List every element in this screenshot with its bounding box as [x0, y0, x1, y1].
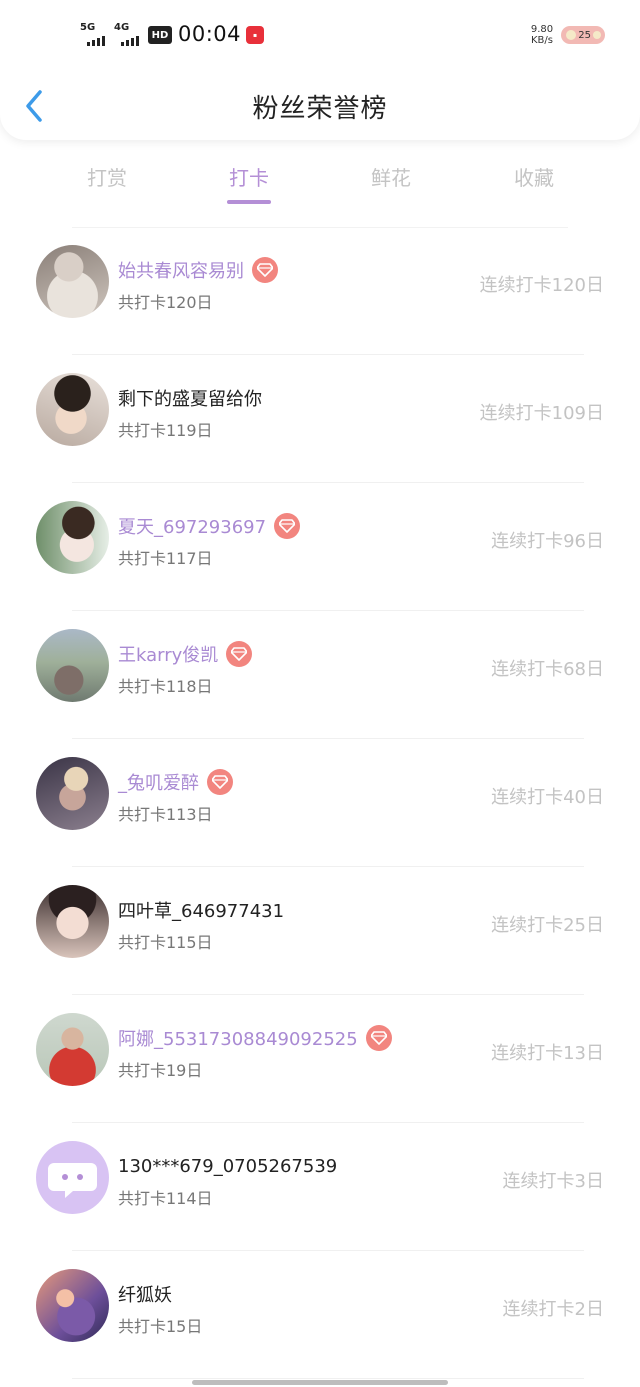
avatar[interactable] — [36, 501, 109, 574]
page-title: 粉丝荣誉榜 — [252, 94, 388, 124]
avatar[interactable] — [36, 1141, 109, 1214]
total-checkin-days: 共打卡113日 — [118, 805, 213, 824]
chat-bubble-icon — [48, 1163, 97, 1198]
user-name[interactable]: 130***679_0705267539 — [118, 1156, 337, 1177]
avatar[interactable] — [36, 245, 109, 318]
user-name[interactable]: 纤狐妖 — [118, 1281, 172, 1307]
list-item[interactable]: 纤狐妖共打卡15日 连续打卡2日 — [0, 1251, 640, 1379]
streak-days: 连续打卡96日 — [491, 531, 604, 552]
name-line: 夏天_697293697 — [118, 513, 301, 539]
name-line: 纤狐妖 — [118, 1281, 172, 1307]
user-name[interactable]: 剩下的盛夏留给你 — [118, 385, 262, 411]
avatar[interactable] — [36, 885, 109, 958]
battery-icon: 25 — [561, 26, 605, 44]
avatar[interactable] — [36, 1269, 109, 1342]
tab-flowers[interactable]: 鲜花 — [346, 162, 436, 191]
streak-days: 连续打卡3日 — [502, 1171, 604, 1192]
user-name[interactable]: 夏天_697293697 — [118, 513, 266, 539]
battery-level: 25 — [578, 29, 591, 41]
diamond-icon — [252, 257, 278, 283]
list-item[interactable]: 阿娜_55317308849092525 共打卡19日 连续打卡13日 — [0, 995, 640, 1123]
total-checkin-days: 共打卡120日 — [118, 293, 213, 312]
diamond-icon — [365, 1025, 392, 1051]
network-speed: 9.80 KB/s — [526, 24, 558, 46]
streak-days: 连续打卡13日 — [491, 1043, 604, 1064]
avatar[interactable] — [36, 1013, 109, 1086]
streak-days: 连续打卡109日 — [479, 403, 604, 424]
name-line: 四叶草_646977431 — [118, 897, 284, 923]
network-type-label: 4G — [114, 22, 130, 33]
streak-days: 连续打卡25日 — [491, 915, 604, 936]
avatar[interactable] — [36, 629, 109, 702]
user-name[interactable]: 王karry俊凯 — [118, 641, 218, 667]
network-type-label: 5G — [80, 22, 96, 33]
diamond-icon — [274, 513, 301, 539]
diamond-icon — [226, 641, 253, 667]
status-bar: 5G 4G HD 00:04 ▪ 9.80 KB/s 25 — [0, 18, 640, 54]
diamond-icon — [207, 769, 233, 795]
name-line: 130***679_0705267539 — [118, 1153, 337, 1179]
user-name[interactable]: 阿娜_55317308849092525 — [118, 1025, 358, 1051]
total-checkin-days: 共打卡118日 — [118, 677, 213, 696]
notification-app-icon: ▪ — [246, 26, 264, 44]
network-speed-unit: KB/s — [531, 35, 553, 46]
user-name[interactable]: 四叶草_646977431 — [118, 897, 284, 923]
streak-days: 连续打卡2日 — [502, 1299, 604, 1320]
header: 5G 4G HD 00:04 ▪ 9.80 KB/s 25 粉丝荣誉榜 — [0, 0, 640, 140]
streak-days: 连续打卡40日 — [491, 787, 604, 808]
tab-reward[interactable]: 打赏 — [62, 162, 152, 191]
name-line: 阿娜_55317308849092525 — [118, 1025, 392, 1051]
avatar[interactable] — [36, 757, 109, 830]
name-line: 剩下的盛夏留给你 — [118, 385, 262, 411]
list-item[interactable]: 剩下的盛夏留给你共打卡119日 连续打卡109日 — [0, 355, 640, 483]
total-checkin-days: 共打卡15日 — [118, 1317, 203, 1336]
name-line: _兔叽爱醉 — [118, 769, 233, 795]
name-line: 始共春风容易别 — [118, 257, 278, 283]
total-checkin-days: 共打卡119日 — [118, 421, 213, 440]
list-item[interactable]: 夏天_697293697 共打卡117日 连续打卡96日 — [0, 483, 640, 611]
streak-days: 连续打卡68日 — [491, 659, 604, 680]
list-item[interactable]: 四叶草_646977431 共打卡115日 连续打卡25日 — [0, 867, 640, 995]
tab-checkin[interactable]: 打卡 — [204, 162, 294, 191]
user-name[interactable]: 始共春风容易别 — [118, 257, 244, 283]
hd-icon: HD — [148, 26, 172, 44]
total-checkin-days: 共打卡19日 — [118, 1061, 203, 1080]
streak-days: 连续打卡120日 — [479, 275, 604, 296]
list-item[interactable]: 王karry俊凯共打卡118日 连续打卡68日 — [0, 611, 640, 739]
list-item[interactable]: 始共春风容易别共打卡120日 连续打卡120日 — [0, 227, 640, 355]
name-line: 王karry俊凯 — [118, 641, 253, 667]
status-time: 00:04 — [178, 22, 242, 46]
user-name[interactable]: _兔叽爱醉 — [118, 769, 199, 795]
tab-favorites[interactable]: 收藏 — [489, 162, 579, 191]
total-checkin-days: 共打卡114日 — [118, 1189, 213, 1208]
divider — [72, 1378, 584, 1379]
list-item[interactable]: _兔叽爱醉共打卡113日 连续打卡40日 — [0, 739, 640, 867]
network-speed-value: 9.80 — [530, 24, 554, 35]
total-checkin-days: 共打卡115日 — [118, 933, 213, 952]
list-item[interactable]: 130***679_0705267539 共打卡114日 连续打卡3日 — [0, 1123, 640, 1251]
active-tab-indicator — [227, 200, 271, 204]
avatar[interactable] — [36, 373, 109, 446]
total-checkin-days: 共打卡117日 — [118, 549, 213, 568]
tab-bar: 打赏 打卡 鲜花 收藏 — [0, 156, 640, 212]
home-indicator[interactable] — [192, 1380, 448, 1385]
